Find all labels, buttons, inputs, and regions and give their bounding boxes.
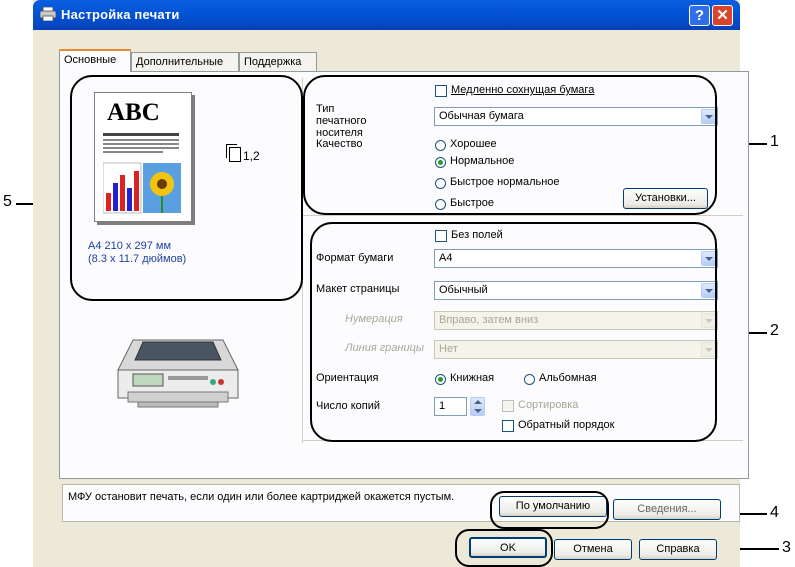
printer-icon [40,7,56,21]
callout-3: 3 [782,539,791,556]
status-message: МФУ остановит печать, если один или боле… [68,491,455,503]
printer-illustration [117,339,239,408]
callout-2: 2 [770,322,779,339]
cancel-button[interactable]: Отмена [554,539,632,560]
close-window-button[interactable]: ✕ [712,5,733,26]
about-button[interactable]: Сведения... [613,499,721,520]
callout-5-ellipse [70,75,303,301]
help-button[interactable]: Справка [639,539,717,560]
callout-4-ellipse [490,491,609,529]
title-bar: Настройка печати ? ✕ [33,0,740,30]
callout-3-ellipse [455,529,553,567]
callout-5: 5 [3,193,12,210]
media-separator [303,215,743,216]
window-title: Настройка печати [61,7,180,22]
callout-1-ellipse [303,75,717,215]
help-title-button[interactable]: ? [689,5,710,26]
tab-support[interactable]: Поддержка [239,52,317,71]
callout-1: 1 [770,133,779,150]
tab-basic[interactable]: Основные [59,49,131,72]
callout-4: 4 [770,504,779,521]
callout-2-ellipse [310,222,717,442]
tab-advanced[interactable]: Дополнительные [131,52,239,71]
